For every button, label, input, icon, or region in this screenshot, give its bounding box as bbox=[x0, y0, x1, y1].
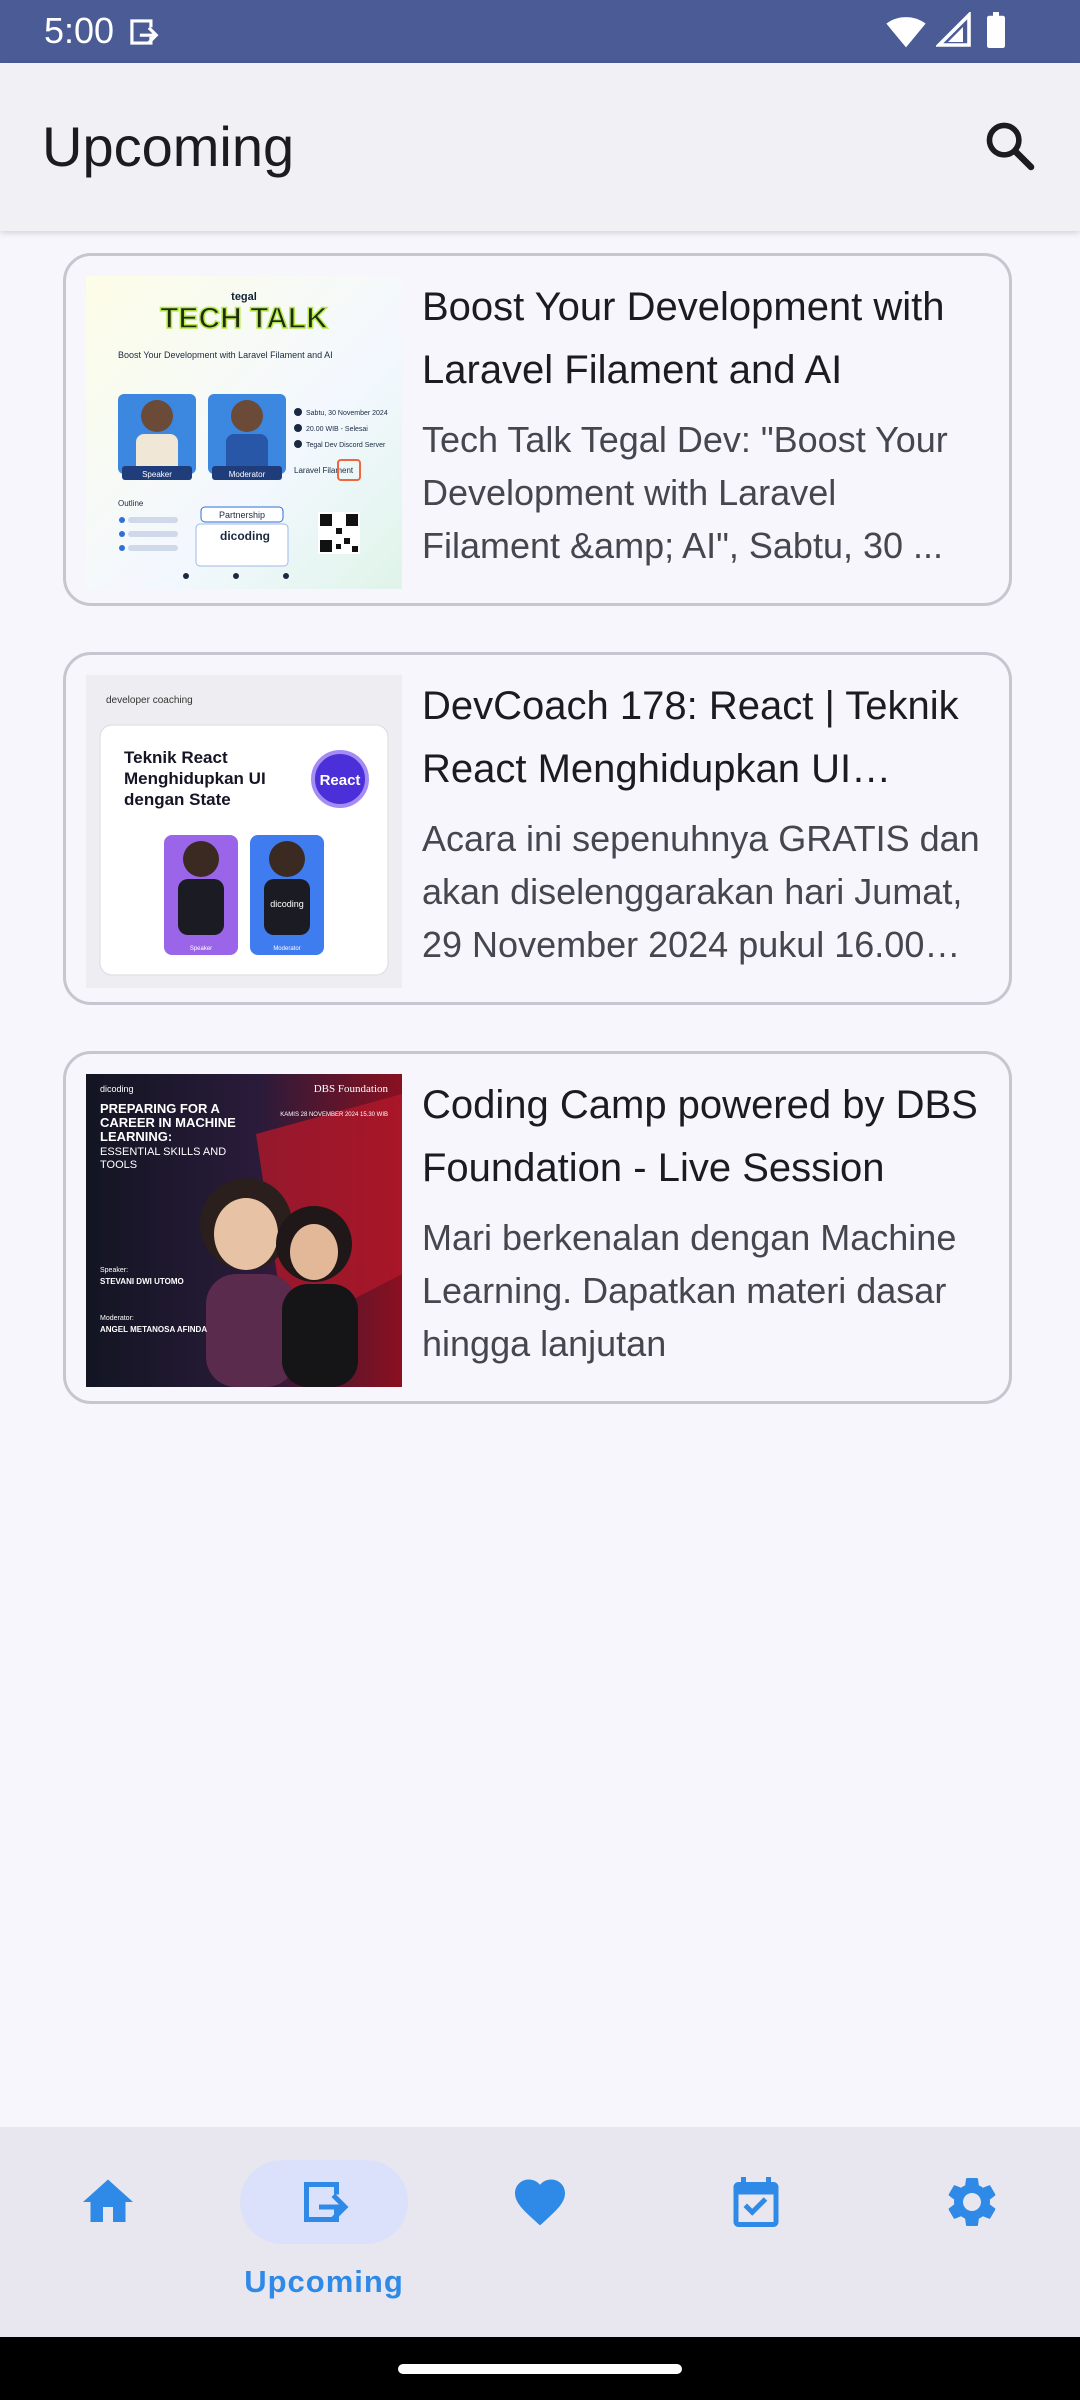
event-poster: tegal TECH TALK Boost Your Development w… bbox=[86, 276, 402, 589]
gear-icon bbox=[948, 2178, 996, 2226]
system-navigation-bar bbox=[0, 2337, 1080, 2400]
event-card[interactable]: developer coaching Teknik React Menghidu… bbox=[63, 652, 1012, 1005]
poster-info-place: Tegal Dev Discord Server bbox=[306, 442, 386, 449]
poster-heading: PREPARING FOR A CAREER IN MACHINE LEARNI… bbox=[100, 1102, 236, 1144]
event-title: Coding Camp powered by DBS Foundation - … bbox=[422, 1083, 978, 1190]
event-title: Boost Your Development with Laravel Fila… bbox=[422, 285, 945, 392]
page-title: Upcoming bbox=[42, 115, 295, 178]
event-description: Acara ini sepenuhnya GRATIS dan akan dis… bbox=[422, 818, 980, 965]
event-card[interactable]: dicoding DBS Foundation KAMIS 28 NOVEMBE… bbox=[63, 1051, 1012, 1404]
event-poster: developer coaching Teknik React Menghidu… bbox=[86, 675, 402, 988]
screen-cast-icon bbox=[130, 19, 159, 45]
nav-label-upcoming: Upcoming bbox=[244, 2264, 404, 2299]
cell-signal-icon bbox=[936, 12, 971, 47]
nav-item-home[interactable] bbox=[0, 2127, 216, 2337]
poster-brand: developer coaching bbox=[106, 695, 193, 706]
home-icon bbox=[83, 2179, 133, 2222]
poster-date: KAMIS 28 NOVEMBER 2024 15.30 WIB bbox=[280, 1112, 388, 1118]
poster-subheading: ESSENTIAL SKILLS AND TOOLS bbox=[100, 1146, 227, 1171]
poster-speaker: STEVANI DWI UTOMO bbox=[100, 1277, 184, 1286]
poster-speaker-tag: Speaker bbox=[142, 470, 172, 479]
battery-icon bbox=[987, 12, 1005, 48]
event-poster: dicoding DBS Foundation KAMIS 28 NOVEMBE… bbox=[86, 1074, 402, 1387]
poster-heading: TECH TALK bbox=[160, 302, 328, 335]
poster-speaker-tag: Speaker: bbox=[100, 1267, 128, 1274]
heart-icon bbox=[515, 2179, 565, 2226]
home-gesture-handle[interactable] bbox=[398, 2364, 682, 2374]
event-title: DevCoach 178: React | Teknik React Mengh… bbox=[422, 684, 959, 791]
poster-heading: Teknik React Menghidupkan UI dengan Stat… bbox=[124, 748, 266, 809]
poster-moderator-tag: Moderator bbox=[229, 470, 266, 479]
event-description: Tech Talk Tegal Dev: "Boost Your Develop… bbox=[422, 419, 948, 566]
search-icon[interactable] bbox=[982, 118, 1038, 174]
nav-item-favorite[interactable] bbox=[432, 2127, 648, 2337]
event-description: Mari berkenalan dengan Machine Learning.… bbox=[422, 1217, 957, 1364]
wifi-icon bbox=[886, 17, 926, 48]
poster-partnership: Partnership bbox=[219, 510, 265, 520]
poster-stack: Laravel Filament bbox=[294, 466, 354, 475]
nav-item-upcoming[interactable]: Upcoming bbox=[216, 2127, 432, 2337]
upcoming-icon bbox=[304, 2182, 349, 2222]
poster-partner: DBS Foundation bbox=[314, 1083, 389, 1095]
poster-partner: dicoding bbox=[270, 899, 304, 909]
poster-subheading: Boost Your Development with Laravel Fila… bbox=[118, 350, 333, 360]
poster-moderator-tag: Moderator: bbox=[100, 1315, 134, 1322]
event-list: tegal TECH TALK Boost Your Development w… bbox=[0, 231, 1080, 2127]
status-bar: 5:00 bbox=[0, 0, 1080, 63]
poster-outline: Outline bbox=[118, 499, 144, 508]
poster-info-time: 20.00 WIB - Selesai bbox=[306, 426, 368, 433]
poster-badge: React bbox=[320, 772, 361, 789]
poster-partner: dicoding bbox=[220, 529, 270, 543]
event-card[interactable]: tegal TECH TALK Boost Your Development w… bbox=[63, 253, 1012, 606]
poster-moderator: ANGEL METANOSA AFINDA bbox=[100, 1325, 207, 1334]
poster-info-date: Sabtu, 30 November 2024 bbox=[306, 410, 388, 417]
app-bar: Upcoming bbox=[0, 63, 1080, 231]
poster-speaker-tag: Speaker bbox=[190, 946, 212, 952]
status-time: 5:00 bbox=[44, 10, 115, 51]
nav-item-finished[interactable] bbox=[648, 2127, 864, 2337]
poster-moderator-tag: Moderator bbox=[273, 946, 300, 952]
bottom-navigation: Upcoming bbox=[0, 2127, 1080, 2337]
calendar-check-icon bbox=[733, 2177, 779, 2227]
nav-item-settings[interactable] bbox=[864, 2127, 1080, 2337]
poster-brand: dicoding bbox=[100, 1084, 134, 1094]
